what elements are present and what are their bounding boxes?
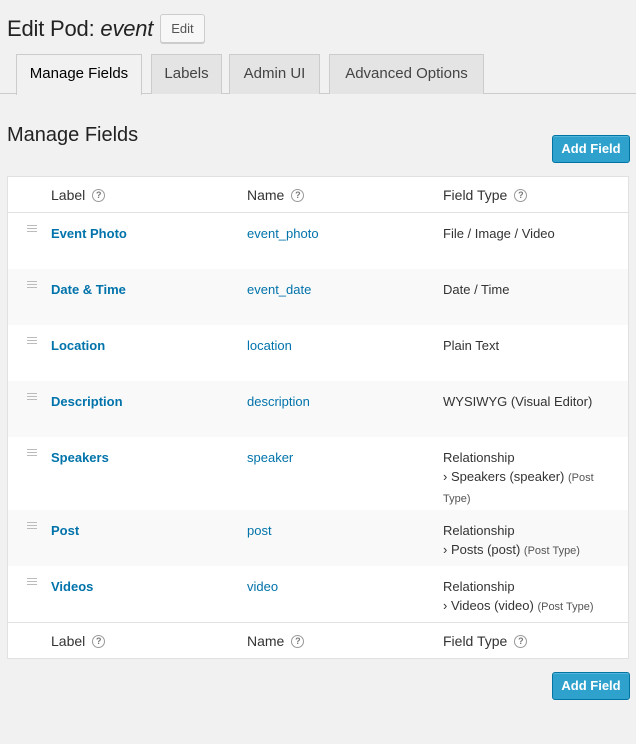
drag-handle-icon[interactable] [27, 449, 37, 458]
related-object: › Speakers (speaker) [443, 469, 565, 484]
help-icon[interactable]: ? [514, 634, 528, 648]
pod-name: event [100, 15, 154, 41]
related-object: › Posts (post) [443, 542, 521, 557]
field-type: Relationship › Posts (post) (Post Type) [443, 521, 623, 561]
field-label-link[interactable]: Event Photo [51, 224, 127, 243]
table-row[interactable]: Location location Plain Text [8, 325, 628, 381]
table-row[interactable]: Post post Relationship › Posts (post) (P… [8, 510, 628, 566]
table-row[interactable]: Speakers speaker Relationship › Speakers… [8, 437, 628, 510]
help-icon[interactable]: ? [92, 634, 106, 648]
column-header-name[interactable]: Name ? [247, 187, 305, 203]
field-type: File / Image / Video [443, 226, 555, 241]
field-label-link[interactable]: Date & Time [51, 280, 126, 299]
related-object: › Videos (video) [443, 598, 534, 613]
related-object-type: (Post Type) [537, 601, 594, 613]
add-field-button-top[interactable]: Add Field [552, 135, 630, 163]
column-footer-name[interactable]: Name ? [247, 633, 305, 649]
tab-bar: Manage Fields Labels Admin UI Advanced O… [0, 54, 636, 95]
column-footer-field-type[interactable]: Field Type ? [443, 633, 528, 649]
column-footer-name-text: Name [247, 633, 285, 649]
table-header: Label ? Name ? Field Type ? [8, 177, 628, 213]
field-label-link[interactable]: Location [51, 336, 105, 355]
drag-handle-icon[interactable] [27, 578, 37, 587]
field-label-link[interactable]: Description [51, 392, 123, 411]
field-name-link[interactable]: location [247, 336, 292, 355]
drag-handle-icon[interactable] [27, 281, 37, 290]
field-type-main: Relationship [443, 523, 515, 538]
help-icon[interactable]: ? [92, 188, 106, 202]
edit-pod-button[interactable]: Edit [160, 14, 205, 43]
drag-handle-icon[interactable] [27, 522, 37, 531]
help-icon[interactable]: ? [291, 188, 305, 202]
table-row[interactable]: Date & Time event_date Date / Time [8, 269, 628, 325]
field-type: Relationship › Videos (video) (Post Type… [443, 577, 623, 617]
drag-handle-icon[interactable] [27, 225, 37, 234]
section-title: Manage Fields [7, 124, 139, 146]
table-footer: Label ? Name ? Field Type ? [8, 622, 628, 658]
field-name-link[interactable]: event_date [247, 280, 311, 299]
field-name-link[interactable]: description [247, 392, 310, 411]
tab-manage-fields[interactable]: Manage Fields [16, 54, 142, 95]
column-header-field-type[interactable]: Field Type ? [443, 187, 528, 203]
field-name-link[interactable]: post [247, 521, 272, 540]
field-type: WYSIWYG (Visual Editor) [443, 394, 593, 409]
column-footer-field-type-text: Field Type [443, 633, 508, 649]
tab-advanced-options[interactable]: Advanced Options [329, 54, 484, 94]
field-type: Relationship › Speakers (speaker) (Post … [443, 448, 623, 509]
field-name-link[interactable]: speaker [247, 448, 293, 467]
column-footer-label[interactable]: Label ? [51, 633, 106, 649]
drag-handle-icon[interactable] [27, 337, 37, 346]
column-header-name-text: Name [247, 187, 285, 203]
help-icon[interactable]: ? [291, 634, 305, 648]
column-header-field-type-text: Field Type [443, 187, 508, 203]
field-label-link[interactable]: Speakers [51, 448, 109, 467]
table-row[interactable]: Event Photo event_photo File / Image / V… [8, 213, 628, 269]
field-name-link[interactable]: event_photo [247, 224, 319, 243]
page-header: Edit Pod: event Edit [7, 14, 205, 43]
tab-admin-ui[interactable]: Admin UI [229, 54, 320, 94]
related-object-type: (Post Type) [523, 545, 580, 557]
add-field-button-bottom[interactable]: Add Field [552, 672, 630, 700]
field-type: Plain Text [443, 338, 500, 353]
column-header-label[interactable]: Label ? [51, 187, 106, 203]
help-icon[interactable]: ? [514, 188, 528, 202]
field-name-link[interactable]: video [247, 577, 278, 596]
field-label-link[interactable]: Videos [51, 577, 93, 596]
field-type-main: Relationship [443, 579, 515, 594]
tab-labels[interactable]: Labels [151, 54, 222, 94]
fields-table: Label ? Name ? Field Type ? Event Photo … [7, 176, 629, 659]
page-title-prefix: Edit Pod: [7, 15, 101, 41]
field-type: Date / Time [443, 282, 510, 297]
table-row[interactable]: Description description WYSIWYG (Visual … [8, 381, 628, 437]
column-header-label-text: Label [51, 187, 86, 203]
table-row[interactable]: Videos video Relationship › Videos (vide… [8, 566, 628, 622]
page-title: Edit Pod: event [7, 16, 153, 42]
field-type-main: Relationship [443, 450, 515, 465]
drag-handle-icon[interactable] [27, 393, 37, 402]
field-label-link[interactable]: Post [51, 521, 79, 540]
column-footer-label-text: Label [51, 633, 86, 649]
